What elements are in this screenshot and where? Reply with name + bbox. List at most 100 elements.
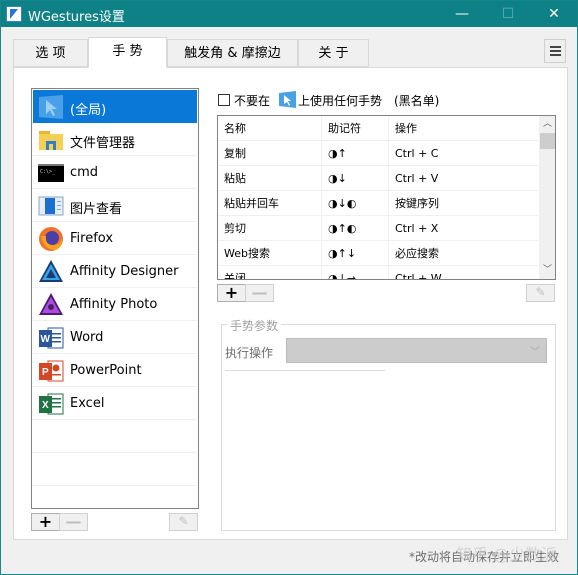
svg-text:W: W [41,334,51,345]
gesture-mnemonic: ◑↓ [322,166,389,191]
gesture-name: 粘贴 [218,166,322,191]
app-label: Excel [70,396,105,411]
table-row[interactable]: 关闭 ◑↓→ Ctrl + W [218,266,538,280]
gesture-action: 按键序列 [395,197,439,210]
gestures-panel: (全局) 文件管理器 C:\>_ cmd 图片查看 Firefox Affini… [13,67,568,540]
app-item-excel[interactable]: X Excel [33,387,197,420]
empty-row [33,420,197,453]
scroll-down-icon[interactable]: ﹀ [539,262,555,279]
empty-row [33,453,197,486]
gesture-mnemonic: ◑↑◐ [322,216,389,241]
word-icon: W [39,327,64,349]
window-title: WGestures设置 [28,10,125,25]
app-item-file-explorer[interactable]: 文件管理器 [33,123,197,156]
affinity-designer-icon [39,260,63,282]
hamburger-line [550,54,561,56]
app-item-affinity-designer[interactable]: Affinity Designer [33,255,197,288]
add-gesture-button[interactable]: + [217,284,246,302]
scroll-up-icon[interactable]: ︿ [539,116,555,133]
app-item-affinity-photo[interactable]: Affinity Photo [33,288,197,321]
gesture-mnemonic: ◑↓→ [322,266,389,279]
chevron-down-icon: ﹀ [530,347,540,358]
minimize-button[interactable]: — [439,1,485,27]
table-scrollbar[interactable]: ︿ ﹀ [539,116,555,279]
gesture-action: Ctrl + W [395,272,442,280]
gesture-name: 粘贴并回车 [218,191,322,216]
app-label: Firefox [70,231,114,246]
hamburger-icon [550,46,561,48]
affinity-photo-icon [39,293,63,315]
app-item-firefox[interactable]: Firefox [33,222,197,255]
gesture-action: Ctrl + V [395,172,439,185]
app-item-photo-viewer[interactable]: 图片查看 [33,189,197,222]
gesture-params-group: 手势参数 执行操作 ﹀ [221,317,556,531]
column-header-mnemonic[interactable]: 助记符 [322,116,389,141]
edit-icon: ✎ [178,514,189,528]
add-app-button[interactable]: + [31,513,60,531]
blacklist-note: (黑名单) [394,94,440,108]
watermark: 知乎 @少数派 [456,545,558,564]
photo-viewer-icon [38,196,64,216]
gesture-mnemonic: ◑↑ [322,141,389,166]
menu-button[interactable] [544,39,566,63]
app-item-word[interactable]: W Word [33,321,197,354]
params-legend: 手势参数 [227,317,282,334]
global-cursor-icon [279,91,296,108]
edit-icon: ✎ [535,285,546,299]
tab-options[interactable]: 选 项 [13,39,88,67]
app-item-powerpoint[interactable]: P PowerPoint [33,354,197,387]
tab-about[interactable]: 关 于 [298,39,369,67]
gesture-action: Ctrl + C [395,147,439,160]
table-row[interactable]: 粘贴并回车 ◑↓◐ 按键序列 [218,191,538,216]
gesture-name: 剪切 [218,216,322,241]
table-row[interactable]: 粘贴 ◑↓ Ctrl + V [218,166,538,191]
global-cursor-icon [39,95,63,119]
remove-gesture-button[interactable]: — [245,284,274,302]
svg-text:X: X [42,400,49,411]
wgestures-app-icon [6,6,22,22]
gesture-mnemonic: ◑↓◐ [322,191,389,216]
edit-gesture-button[interactable]: ✎ [526,284,555,302]
gesture-name: 复制 [218,141,322,166]
table-row[interactable]: 复制 ◑↑ Ctrl + C [218,141,538,166]
tab-gestures[interactable]: 手 势 [88,37,167,68]
app-label: 图片查看 [70,202,123,217]
edit-app-button[interactable]: ✎ [169,513,198,531]
app-label: Affinity Designer [70,264,179,279]
gesture-action: Ctrl + X [395,222,439,235]
table-header: 名称 助记符 操作 [218,116,538,141]
gesture-name: Web搜索 [218,241,322,266]
blacklist-suffix: 上使用任何手势 [298,94,383,108]
gesture-name: 关闭 [218,266,322,279]
column-header-name[interactable]: 名称 [218,116,322,141]
app-label: Affinity Photo [70,297,158,312]
app-item-cmd[interactable]: C:\>_ cmd [33,156,197,189]
app-label: cmd [70,165,99,180]
app-list[interactable]: (全局) 文件管理器 C:\>_ cmd 图片查看 Firefox Affini… [31,88,199,509]
powerpoint-icon: P [39,360,64,382]
blacklist-checkbox[interactable] [218,94,230,106]
excel-icon: X [39,393,64,415]
tab-hot-corners[interactable]: 触发角 & 摩擦边 [167,39,298,67]
remove-app-button[interactable]: — [59,513,88,531]
maximize-button[interactable]: ☐ [485,1,531,27]
table-row[interactable]: Web搜索 ◑↑↓ 必应搜索 [218,241,538,266]
title-bar[interactable]: WGestures设置 — ☐ ✕ [1,1,577,27]
gesture-action: 必应搜索 [395,247,439,260]
action-label: 执行操作 [225,346,274,360]
close-button[interactable]: ✕ [531,1,577,27]
gesture-mnemonic: ◑↑↓ [322,241,389,266]
firefox-icon [39,227,63,251]
file-explorer-icon [39,131,63,150]
table-row[interactable]: 剪切 ◑↑◐ Ctrl + X [218,216,538,241]
svg-text:C:\>_: C:\>_ [40,169,56,175]
app-label: 文件管理器 [70,136,136,151]
gesture-table[interactable]: 名称 助记符 操作 复制 ◑↑ Ctrl + C 粘贴 ◑↓ Ctrl + V … [217,115,556,280]
scroll-thumb[interactable] [540,133,555,149]
cmd-icon: C:\>_ [38,164,64,182]
app-item-global[interactable]: (全局) [33,90,197,123]
action-select[interactable]: ﹀ [286,338,547,363]
app-label: Word [70,330,104,345]
column-header-action[interactable]: 操作 [389,116,538,141]
hamburger-line [550,50,561,52]
